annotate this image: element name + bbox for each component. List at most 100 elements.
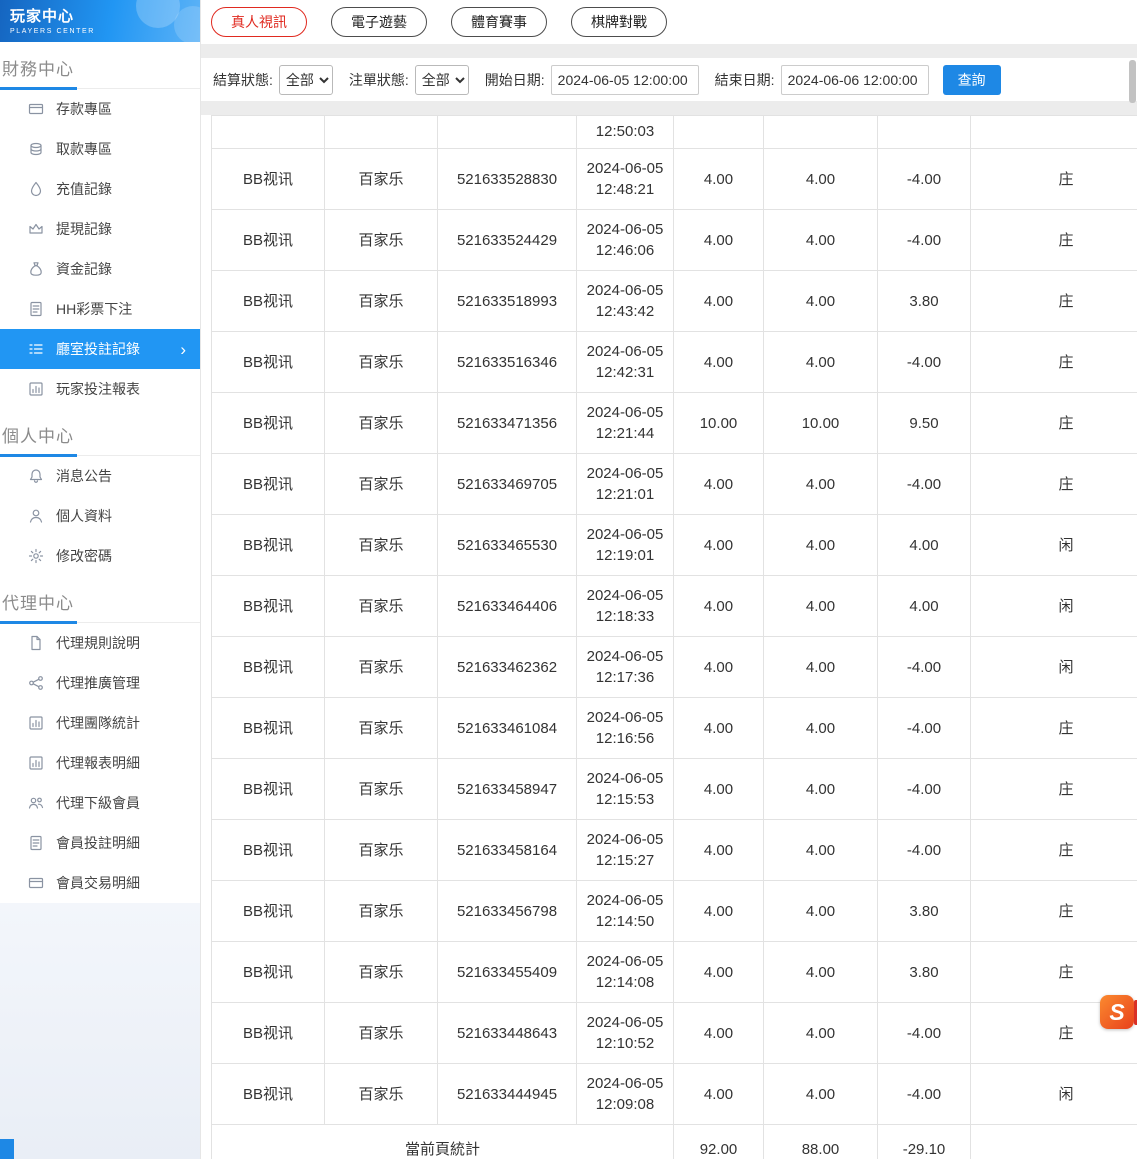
search-button[interactable]: 查詢 <box>943 65 1001 95</box>
cell-valid_amount: 4.00 <box>764 820 878 881</box>
table-row: BB视讯百家乐5216334554092024-06-0512:14:084.0… <box>212 942 1137 1003</box>
bell-icon <box>28 468 44 484</box>
sidebar-item[interactable]: 代理推廣管理 <box>0 663 200 703</box>
sidebar-item[interactable]: 代理規則說明 <box>0 623 200 663</box>
cell-valid_amount: 4.00 <box>764 637 878 698</box>
footer-winloss-total: -29.10 <box>878 1125 971 1159</box>
vertical-scrollbar-thumb[interactable] <box>1129 60 1136 103</box>
cell-result: 闲 <box>971 576 1137 637</box>
tab-3[interactable]: 棋牌對戰 <box>571 7 667 37</box>
end-date-label: 結束日期: <box>715 70 775 90</box>
sidebar-item[interactable]: 會員交易明細 <box>0 863 200 903</box>
cell-game: 百家乐 <box>325 942 438 1003</box>
chartdoc-icon <box>28 381 44 397</box>
cell-valid_amount: 4.00 <box>764 1064 878 1125</box>
cell-time: 2024-06-0512:21:44 <box>577 393 674 454</box>
sidebar-item[interactable]: 廳室投註記錄› <box>0 329 200 369</box>
cell-time: 2024-06-0512:16:56 <box>577 698 674 759</box>
cell-platform: BB视讯 <box>212 576 325 637</box>
end-date-input[interactable] <box>781 65 929 95</box>
table-row: BB视讯百家乐5216334655302024-06-0512:19:014.0… <box>212 515 1137 576</box>
cell-game: 百家乐 <box>325 515 438 576</box>
cell-game: 百家乐 <box>325 576 438 637</box>
table-row: BB视讯百家乐5216334486432024-06-0512:10:524.0… <box>212 1003 1137 1064</box>
chartdoc-icon <box>28 755 44 771</box>
cell-valid_amount: 4.00 <box>764 1003 878 1064</box>
sidebar-item[interactable]: 修改密碼 <box>0 536 200 576</box>
cell-time-partial: 12:50:03 <box>577 116 674 149</box>
cell-bet_no: 521633461084 <box>438 698 577 759</box>
cell-valid_amount: 4.00 <box>764 332 878 393</box>
cell-win_loss: -4.00 <box>878 1064 971 1125</box>
sogou-input-icon[interactable]: S <box>1100 995 1134 1029</box>
app-title: 玩家中心 <box>10 5 200 26</box>
cell-bet_no: 521633469705 <box>438 454 577 515</box>
cell-result: 庄 <box>971 942 1137 1003</box>
cell-time: 2024-06-0512:15:53 <box>577 759 674 820</box>
bet-records-table: 12:50:03BB视讯百家乐5216335288302024-06-0512:… <box>211 115 1137 1159</box>
sidebar-item[interactable]: 消息公告 <box>0 456 200 496</box>
cell-valid_amount: 4.00 <box>764 515 878 576</box>
main-content: 真人視訊電子遊藝體育賽事棋牌對戰 結算狀態: 全部 注單狀態: 全部 開始日期:… <box>201 0 1137 1159</box>
sidebar-item[interactable]: 充值記錄 <box>0 169 200 209</box>
sidebar-item-label: 代理推廣管理 <box>56 673 140 693</box>
cell-valid_amount: 4.00 <box>764 576 878 637</box>
category-tabs: 真人視訊電子遊藝體育賽事棋牌對戰 <box>201 0 1137 44</box>
cell-game: 百家乐 <box>325 454 438 515</box>
cell-result: 庄 <box>971 149 1137 210</box>
cell-game: 百家乐 <box>325 393 438 454</box>
cell-empty <box>764 116 878 149</box>
cell-valid_amount: 10.00 <box>764 393 878 454</box>
cell-valid_amount: 4.00 <box>764 881 878 942</box>
sidebar-item[interactable]: 取款專區 <box>0 129 200 169</box>
drop-icon <box>28 181 44 197</box>
start-date-input[interactable] <box>551 65 699 95</box>
tab-2[interactable]: 體育賽事 <box>451 7 547 37</box>
cell-time: 2024-06-0512:10:52 <box>577 1003 674 1064</box>
doclines-icon <box>28 301 44 317</box>
cell-valid_amount: 4.00 <box>764 759 878 820</box>
cell-game: 百家乐 <box>325 271 438 332</box>
sidebar-item[interactable]: 資金記錄 <box>0 249 200 289</box>
sidebar-item[interactable]: 會員投註明細 <box>0 823 200 863</box>
tab-1[interactable]: 電子遊藝 <box>331 7 427 37</box>
cell-result: 庄 <box>971 698 1137 759</box>
table-row: BB视讯百家乐5216334713562024-06-0512:21:4410.… <box>212 393 1137 454</box>
cell-bet_amount: 4.00 <box>674 820 764 881</box>
settle-status-select[interactable]: 全部 <box>279 65 333 95</box>
sidebar-item[interactable]: 代理下級會員 <box>0 783 200 823</box>
section-header: 代理中心 <box>0 576 200 623</box>
sidebar-item[interactable]: HH彩票下注 <box>0 289 200 329</box>
cell-bet_amount: 4.00 <box>674 881 764 942</box>
sidebar-item[interactable]: 存款專區 <box>0 89 200 129</box>
order-status-select[interactable]: 全部 <box>415 65 469 95</box>
table-footer-row: 當前頁統計92.0088.00-29.10 <box>212 1125 1137 1159</box>
sidebar-item[interactable]: 個人資料 <box>0 496 200 536</box>
sidebar-item-label: 取款專區 <box>56 139 112 159</box>
cell-result: 庄 <box>971 881 1137 942</box>
table-row: BB视讯百家乐5216334644062024-06-0512:18:334.0… <box>212 576 1137 637</box>
tab-0[interactable]: 真人視訊 <box>211 7 307 37</box>
sidebar-item[interactable]: 玩家投注報表 <box>0 369 200 409</box>
sidebar-item-label: 修改密碼 <box>56 546 112 566</box>
cell-result: 庄 <box>971 332 1137 393</box>
cell-platform: BB视讯 <box>212 515 325 576</box>
sidebar-item[interactable]: 代理報表明細 <box>0 743 200 783</box>
cell-game: 百家乐 <box>325 149 438 210</box>
bet-records-table-wrap: 12:50:03BB视讯百家乐5216335288302024-06-0512:… <box>201 115 1137 1159</box>
cell-valid_amount: 4.00 <box>764 271 878 332</box>
gear-icon <box>28 548 44 564</box>
cell-game: 百家乐 <box>325 210 438 271</box>
sidebar-item[interactable]: 代理團隊統計 <box>0 703 200 743</box>
cell-platform: BB视讯 <box>212 271 325 332</box>
cell-time: 2024-06-0512:09:08 <box>577 1064 674 1125</box>
cell-time: 2024-06-0512:14:50 <box>577 881 674 942</box>
cell-platform: BB视讯 <box>212 454 325 515</box>
footer-bet-total: 92.00 <box>674 1125 764 1159</box>
cell-platform: BB视讯 <box>212 759 325 820</box>
table-row: BB视讯百家乐5216334581642024-06-0512:15:274.0… <box>212 820 1137 881</box>
table-row: BB视讯百家乐5216334589472024-06-0512:15:534.0… <box>212 759 1137 820</box>
section-title: 代理中心 <box>2 594 74 613</box>
cell-bet_amount: 4.00 <box>674 942 764 1003</box>
sidebar-item[interactable]: 提現記錄 <box>0 209 200 249</box>
